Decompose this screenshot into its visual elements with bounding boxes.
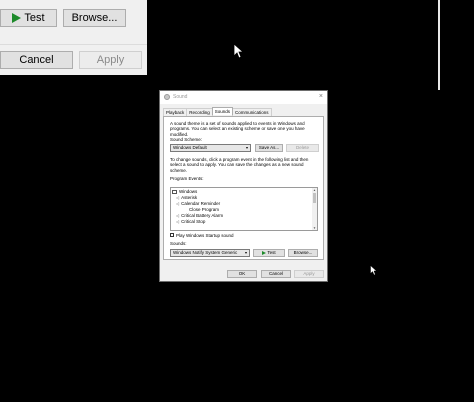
speaker-icon: ◁ <box>176 213 180 218</box>
background-dialog: Test Browse... Cancel Apply <box>0 0 147 75</box>
title-bar[interactable]: Sound × <box>160 91 327 104</box>
test-button-label: Test <box>24 12 45 24</box>
cancel-button-label: Cancel <box>19 54 54 66</box>
tab-playback[interactable]: Playback <box>163 108 188 116</box>
scroll-thumb[interactable] <box>313 193 316 203</box>
cancel-button[interactable]: Cancel <box>0 51 73 69</box>
ok-button[interactable]: OK <box>227 270 257 278</box>
speaker-icon: ◁ <box>176 219 180 224</box>
list-item[interactable]: ◁ Asterisk <box>176 195 197 200</box>
window-edge <box>438 0 440 90</box>
scheme-select-value: Windows Default <box>173 145 207 150</box>
list-item[interactable]: Close Program <box>189 207 219 212</box>
apply-button-label: Apply <box>96 54 125 66</box>
browse-button[interactable]: Browse... <box>63 9 126 27</box>
program-events-list[interactable]: Windows ◁ Asterisk ◁ Calendar Reminder Clo… <box>170 187 318 231</box>
list-item[interactable]: ◁ Calendar Reminder <box>176 201 220 206</box>
sound-browse-button[interactable]: Browse... <box>288 249 318 257</box>
windows-icon <box>172 189 177 194</box>
play-icon <box>262 250 267 255</box>
sound-test-button[interactable]: Test <box>253 249 285 257</box>
sound-select[interactable]: Windows Notify System Generic ▾ <box>170 249 250 257</box>
dialog-cancel-button[interactable]: Cancel <box>261 270 291 278</box>
dialog-apply-button[interactable]: Apply <box>294 270 324 278</box>
sound-dialog: Sound × Playback Recording Sounds Commun… <box>159 90 328 282</box>
list-item[interactable]: ◁ Critical Battery Alarm <box>176 213 223 218</box>
mouse-cursor-icon-small <box>370 265 377 276</box>
list-scrollbar[interactable]: ▲ ▼ <box>312 188 317 230</box>
close-icon[interactable]: × <box>319 93 323 101</box>
apply-button[interactable]: Apply <box>79 51 142 69</box>
scheme-label: Sound Scheme: <box>170 137 203 142</box>
list-item[interactable]: Windows <box>172 189 197 194</box>
divider <box>0 44 147 45</box>
chevron-down-icon: ▾ <box>244 250 247 255</box>
play-icon <box>12 13 22 23</box>
speaker-icon: ◁ <box>176 195 180 200</box>
change-text: To change sounds, click a program event … <box>170 157 309 173</box>
save-as-button[interactable]: Save As... <box>255 144 283 152</box>
speaker-icon <box>164 94 170 100</box>
startup-sound-checkbox[interactable] <box>170 233 174 237</box>
chevron-down-icon: ▾ <box>245 145 248 150</box>
sound-select-value: Windows Notify System Generic <box>173 250 238 255</box>
delete-button[interactable]: Delete <box>286 144 319 152</box>
dialog-title: Sound <box>173 94 188 100</box>
scheme-select[interactable]: Windows Default ▾ <box>170 144 251 152</box>
sounds-label: Sounds: <box>170 241 187 246</box>
intro-text: A sound theme is a set of sounds applied… <box>170 121 305 137</box>
browse-button-label: Browse... <box>71 12 118 24</box>
program-events-label: Program Events: <box>170 176 204 181</box>
startup-sound-label: Play Windows Startup sound <box>176 233 234 238</box>
mouse-cursor-icon <box>233 43 243 59</box>
test-button[interactable]: Test <box>0 9 57 27</box>
scroll-down-icon[interactable]: ▼ <box>312 226 317 230</box>
list-item[interactable]: ◁ Critical Stop <box>176 219 205 224</box>
tab-recording[interactable]: Recording <box>186 108 213 116</box>
scroll-up-icon[interactable]: ▲ <box>312 188 317 192</box>
speaker-icon: ◁ <box>176 201 180 206</box>
tab-sounds[interactable]: Sounds <box>211 107 234 115</box>
tab-communications[interactable]: Communications <box>232 108 272 116</box>
tab-strip: Playback Recording Sounds Communications <box>163 107 272 116</box>
